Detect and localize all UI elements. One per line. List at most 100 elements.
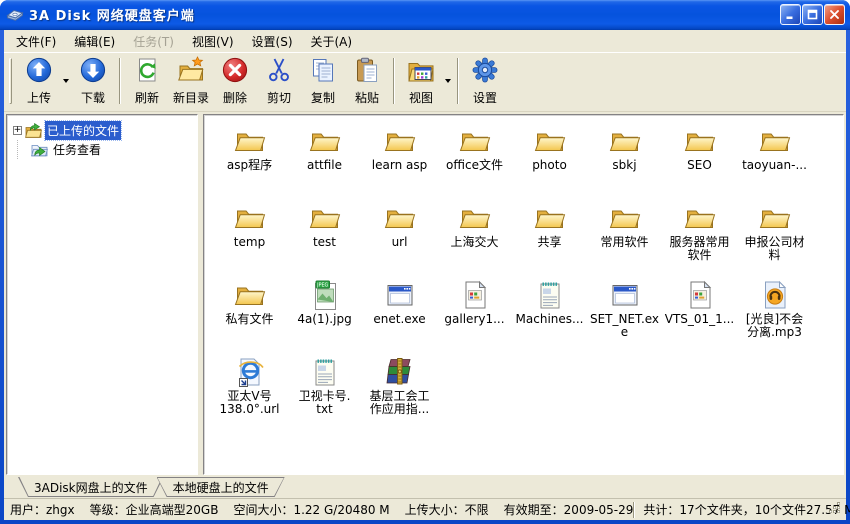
maximize-button[interactable] <box>802 4 823 25</box>
toolbar-button-delete[interactable]: 删除 <box>213 54 257 108</box>
menu-bar: 文件(F)编辑(E)任务(T)视图(V)设置(S)关于(A) <box>4 30 846 53</box>
file-item[interactable]: SEO <box>662 124 737 201</box>
textdoc-icon <box>308 355 342 389</box>
toolbar-button-cut[interactable]: 剪切 <box>257 54 301 108</box>
file-name: SEO <box>687 159 712 172</box>
file-name: attfile <box>307 159 342 172</box>
file-name: enet.exe <box>373 313 425 326</box>
chevron-down-icon <box>63 79 69 83</box>
settings-icon <box>471 56 499 88</box>
file-item[interactable]: VTS_01_1... <box>662 278 737 355</box>
minimize-button[interactable] <box>780 4 801 25</box>
tab-local[interactable]: 本地硬盘上的文件 <box>157 477 285 497</box>
file-item[interactable]: taoyuan-... <box>737 124 812 201</box>
tree-item-label: 任务查看 <box>51 140 103 159</box>
file-item[interactable]: 基层工会工 作应用指... <box>362 355 437 432</box>
resize-grip[interactable] <box>828 501 841 514</box>
file-name: 上海交大 <box>450 236 498 249</box>
app-icon <box>608 278 642 312</box>
file-item[interactable]: gallery1... <box>437 278 512 355</box>
upload-icon <box>25 56 53 88</box>
file-name: Machines... <box>516 313 584 326</box>
folder-icon <box>683 201 717 235</box>
toolbar-button-label: 复制 <box>311 89 335 106</box>
toolbar-button-settings[interactable]: 设置 <box>463 54 507 108</box>
status-summary: 共计：17个文件夹，10个文件27.57 M <box>643 501 850 518</box>
file-item[interactable]: Machines... <box>512 278 587 355</box>
url-icon <box>233 355 267 389</box>
content-area: +已上传的文件任务查看 asp程序 attfile learn aspoffice文… <box>4 112 846 477</box>
chevron-down-icon <box>445 79 451 83</box>
file-item[interactable]: office文件 <box>437 124 512 201</box>
toolbar-button-newdir[interactable]: 新目录 <box>169 54 213 108</box>
file-item[interactable]: photo <box>512 124 587 201</box>
folder-icon <box>758 124 792 158</box>
file-item[interactable]: temp <box>212 201 287 278</box>
menu-item-file[interactable]: 文件(F) <box>7 30 65 53</box>
file-item[interactable]: learn asp <box>362 124 437 201</box>
file-item[interactable]: 私有文件 <box>212 278 287 355</box>
file-item[interactable]: 亚太V号 138.0°.url <box>212 355 287 432</box>
status-divider <box>633 502 635 518</box>
file-item[interactable]: JPEG4a(1).jpg <box>287 278 362 355</box>
folder-go-icon <box>31 142 48 157</box>
menu-item-task: 任务(T) <box>124 30 183 53</box>
download-icon <box>79 56 107 88</box>
file-item[interactable]: enet.exe <box>362 278 437 355</box>
toolbar-grip[interactable] <box>9 58 12 104</box>
file-name: sbkj <box>612 159 636 172</box>
tab-remote[interactable]: 3ADisk网盘上的文件 <box>18 477 164 497</box>
menu-item-about[interactable]: 关于(A) <box>302 30 362 53</box>
sidebar-item-task-view[interactable]: 任务查看 <box>11 140 195 159</box>
toolbar-separator <box>457 58 459 104</box>
file-item[interactable]: test <box>287 201 362 278</box>
folder-icon <box>308 201 342 235</box>
file-item[interactable]: 共享 <box>512 201 587 278</box>
file-item[interactable]: 申报公司材 料 <box>737 201 812 278</box>
file-item[interactable]: asp程序 <box>212 124 287 201</box>
app-icon <box>383 278 417 312</box>
toolbar-button-upload[interactable]: 上传 <box>17 54 61 108</box>
tab-label: 3ADisk网盘上的文件 <box>34 481 148 495</box>
status-field: 用户：zhgx <box>10 501 75 518</box>
jpeg-icon: JPEG <box>308 278 342 312</box>
menu-item-setting[interactable]: 设置(S) <box>243 30 302 53</box>
tree-expand-toggle[interactable]: + <box>13 126 22 135</box>
close-button[interactable] <box>824 4 845 25</box>
toolbar-button-refresh[interactable]: 刷新 <box>125 54 169 108</box>
file-name: 常用软件 <box>600 236 648 249</box>
folder-icon <box>383 201 417 235</box>
folder-icon <box>458 201 492 235</box>
toolbar-button-viewmode[interactable]: 视图 <box>399 54 443 108</box>
file-item[interactable]: 常用软件 <box>587 201 662 278</box>
status-bar: 用户：zhgx等级：企业高端型20GB空间大小：1.22 G/20480 M上传… <box>4 498 846 520</box>
file-item[interactable]: attfile <box>287 124 362 201</box>
file-name: url <box>392 236 408 249</box>
file-item[interactable]: SET_NET.exe <box>587 278 662 355</box>
mediadoc-icon <box>683 278 717 312</box>
file-item[interactable]: 卫视卡号. txt <box>287 355 362 432</box>
toolbar-button-paste[interactable]: 粘贴 <box>345 54 389 108</box>
folder-icon <box>683 124 717 158</box>
toolbar-dropdown-upload[interactable] <box>61 61 71 101</box>
file-item[interactable]: url <box>362 201 437 278</box>
file-item[interactable]: sbkj <box>587 124 662 201</box>
folder-icon <box>308 124 342 158</box>
folder-icon <box>533 201 567 235</box>
file-item[interactable]: 上海交大 <box>437 201 512 278</box>
toolbar-button-label: 上传 <box>27 89 51 106</box>
folder-icon <box>533 124 567 158</box>
sidebar-item-uploaded-files[interactable]: +已上传的文件 <box>11 121 195 140</box>
file-name: test <box>313 236 336 249</box>
toolbar-dropdown-viewmode[interactable] <box>443 61 453 101</box>
file-name: asp程序 <box>227 159 272 172</box>
folder-icon <box>608 201 642 235</box>
toolbar-button-copy[interactable]: 复制 <box>301 54 345 108</box>
file-item[interactable]: 服务器常用 软件 <box>662 201 737 278</box>
toolbar-button-download[interactable]: 下载 <box>71 54 115 108</box>
viewmode-icon <box>407 56 435 88</box>
file-item[interactable]: [光良]不会 分离.mp3 <box>737 278 812 355</box>
menu-item-edit[interactable]: 编辑(E) <box>65 30 124 53</box>
menu-item-view[interactable]: 视图(V) <box>183 30 243 53</box>
toolbar-button-label: 设置 <box>473 89 497 106</box>
